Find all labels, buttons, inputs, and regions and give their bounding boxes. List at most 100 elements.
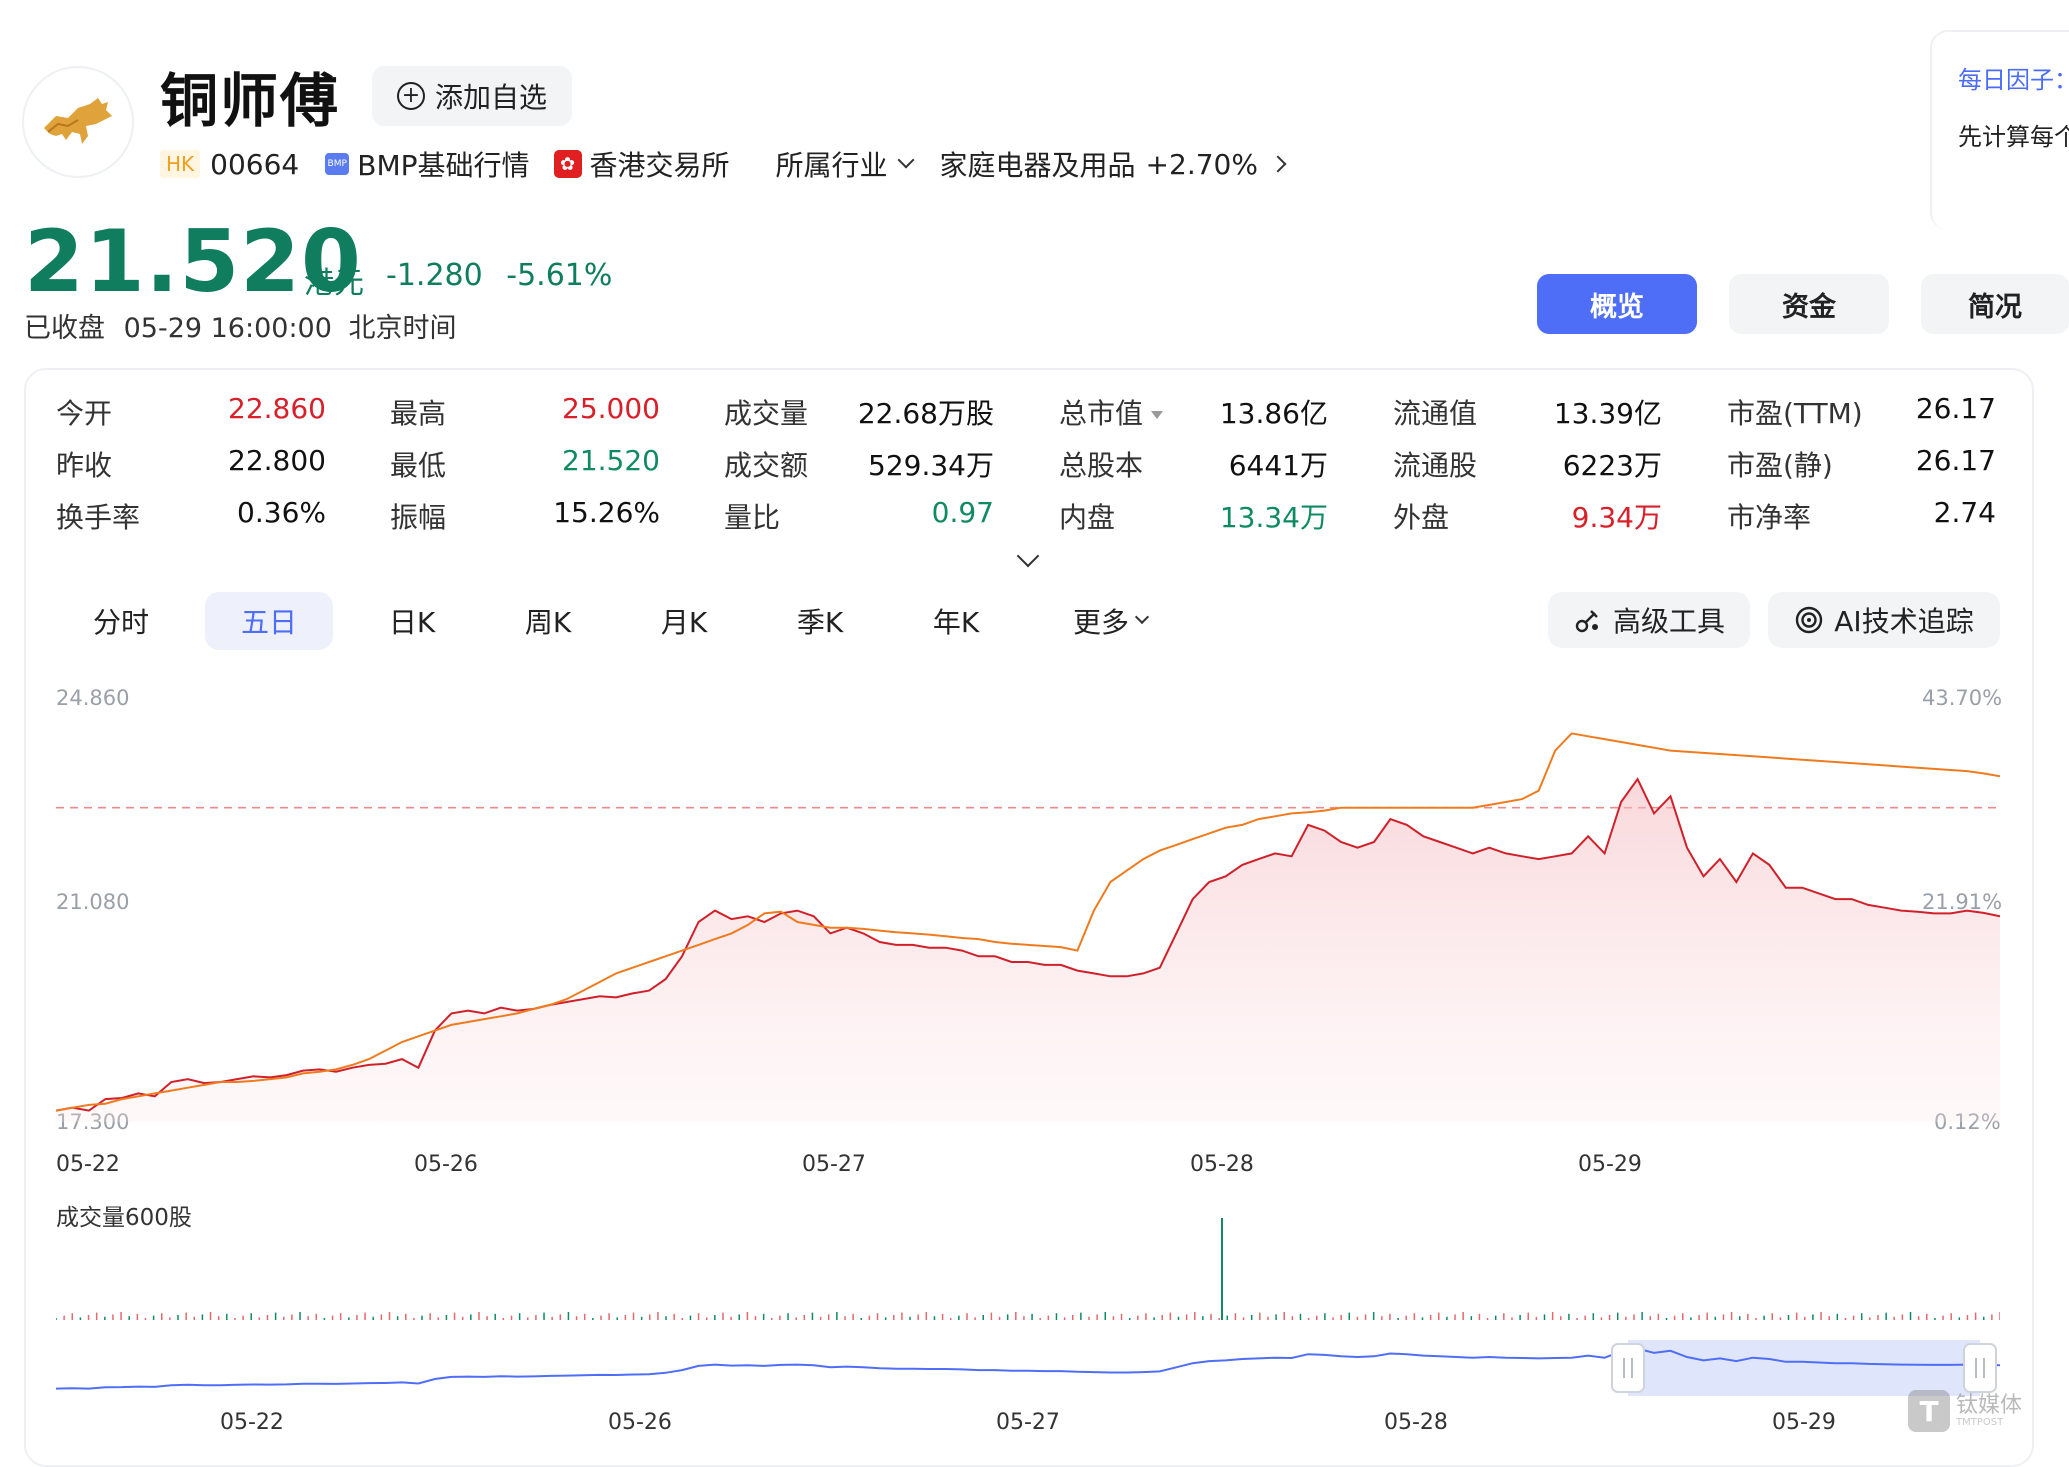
- stat-label: 成交量: [724, 397, 809, 430]
- stat-value: 26.17: [1915, 392, 1996, 425]
- chevron-right-icon[interactable]: [1269, 155, 1287, 173]
- x-axis-date: 05-27: [802, 1152, 866, 1177]
- stock-logo: [22, 66, 134, 178]
- stat-label: 今开: [56, 397, 113, 430]
- stat-label-market-cap[interactable]: 总市值: [1059, 392, 1164, 432]
- industry-dropdown-label[interactable]: 所属行业: [776, 144, 888, 184]
- stat-value: 2.74: [1933, 496, 1996, 529]
- stock-code: 00664: [210, 147, 300, 181]
- market-cap-label: 总市值: [1059, 397, 1144, 430]
- advanced-tools-button[interactable]: 高级工具: [1548, 592, 1750, 648]
- stat-value: 6223万: [1562, 449, 1662, 482]
- stat-value: 22.68万股: [857, 397, 994, 430]
- stat-value: 13.86亿: [1219, 397, 1328, 430]
- plus-circle-icon: +: [396, 82, 425, 110]
- change-value: -1.280: [386, 258, 483, 293]
- stock-meta-row: HK 00664 BMP BMP基础行情 ✿ 香港交易所 所属行业 家庭电器及用…: [160, 144, 1287, 184]
- period-tab-intraday[interactable]: 分时: [56, 592, 186, 650]
- ai-tracking-label: AI技术追踪: [1834, 605, 1974, 638]
- period-tab-day-k[interactable]: 日K: [352, 592, 472, 650]
- x-axis-date: 05-22: [56, 1152, 120, 1177]
- navigator-date: 05-26: [608, 1410, 672, 1435]
- stat-label: 振幅: [390, 501, 447, 534]
- stat-value: 22.800: [228, 444, 326, 477]
- stat-label: 内盘: [1059, 501, 1116, 534]
- exchange-label[interactable]: 香港交易所: [590, 144, 730, 184]
- period-tab-week-k[interactable]: 周K: [488, 592, 608, 650]
- chevron-down-icon: [1134, 609, 1150, 625]
- bmp-icon: BMP: [325, 153, 350, 175]
- x-axis-date: 05-29: [1578, 1152, 1642, 1177]
- stat-label: 市盈(TTM): [1727, 397, 1863, 430]
- stat-value: 13.34万: [1219, 501, 1328, 534]
- stat-value: 13.39亿: [1553, 397, 1662, 430]
- hk-flag-icon: ✿: [553, 150, 582, 178]
- stat-value: 9.34万: [1571, 501, 1662, 534]
- watermark-logo-icon: T: [1908, 1390, 1950, 1432]
- advanced-tools-label: 高级工具: [1612, 605, 1725, 638]
- stat-label: 市净率: [1727, 501, 1812, 534]
- stat-value: 21.520: [562, 444, 660, 477]
- stat-label: 最高: [390, 397, 447, 430]
- stat-label: 外盘: [1393, 501, 1450, 534]
- navigator-date: 05-22: [220, 1410, 284, 1435]
- industry-change: +2.70%: [1145, 147, 1258, 181]
- stat-value: 15.26%: [553, 496, 660, 529]
- factor-title: 每日因子：: [1958, 66, 2069, 94]
- chevron-down-icon[interactable]: [897, 151, 915, 169]
- range-navigator[interactable]: [56, 1330, 2000, 1404]
- watermark: T 钛媒体 TMTPOST: [1908, 1390, 2022, 1432]
- more-label: 更多: [1072, 606, 1129, 639]
- add-watchlist-label: 添加自选: [434, 81, 547, 114]
- watermark-sub: TMTPOST: [1956, 1416, 2004, 1428]
- period-tab-more[interactable]: 更多: [1040, 592, 1180, 650]
- navigator-selected-range[interactable]: [1628, 1340, 1980, 1396]
- stat-value: 25.000: [562, 392, 660, 425]
- tab-funds[interactable]: 资金: [1729, 274, 1889, 334]
- market-tag: HK: [160, 150, 201, 178]
- price-area-fill: [56, 779, 2000, 1122]
- price-line-chart[interactable]: [56, 690, 2000, 1122]
- daily-factor-card[interactable]: 每日因子： 先计算每个: [1930, 30, 2069, 230]
- stat-value: 529.34万: [868, 449, 994, 482]
- stat-label: 成交额: [724, 449, 809, 482]
- stat-label: 市盈(静): [1727, 449, 1833, 482]
- caret-down-icon[interactable]: [1151, 411, 1164, 419]
- period-tab-quarter-k[interactable]: 季K: [760, 592, 880, 650]
- status-timezone: 北京时间: [348, 313, 457, 344]
- navigator-left-handle[interactable]: [1611, 1343, 1645, 1393]
- tab-overview[interactable]: 概览: [1537, 274, 1697, 334]
- x-axis-date: 05-26: [414, 1152, 478, 1177]
- price-unit: 港元: [304, 266, 364, 301]
- stat-label: 流通股: [1393, 449, 1478, 482]
- stock-name: 铜师傅: [160, 67, 341, 135]
- stat-label: 昨收: [56, 449, 113, 482]
- stat-label: 总股本: [1059, 449, 1144, 482]
- market-status: 已收盘 05-29 16:00:00 北京时间: [24, 306, 457, 345]
- period-tab-month-k[interactable]: 月K: [624, 592, 744, 650]
- period-tab-year-k[interactable]: 年K: [896, 592, 1016, 650]
- stats-row: 今开 22.860 最高 25.000 成交量 22.68万股 总市值 13.8…: [56, 392, 2001, 432]
- target-icon: [1796, 606, 1823, 634]
- volume-bar-chart[interactable]: [56, 1210, 2000, 1322]
- stat-value: 0.97: [931, 496, 994, 529]
- ai-tracking-button[interactable]: AI技术追踪: [1768, 592, 2000, 648]
- stat-value: 0.36%: [237, 496, 326, 529]
- industry-name[interactable]: 家庭电器及用品: [940, 144, 1136, 184]
- stat-label: 量比: [724, 501, 781, 534]
- stat-value: 6441万: [1228, 449, 1328, 482]
- tab-profile[interactable]: 简况: [1921, 274, 2069, 334]
- stat-label: 流通值: [1393, 397, 1478, 430]
- period-tab-5day[interactable]: 五日: [205, 592, 333, 650]
- status-datetime: 05-29 16:00:00: [123, 313, 332, 344]
- stat-label: 最低: [390, 449, 447, 482]
- stats-row: 昨收 22.800 最低 21.520 成交额 529.34万 总股本 6441…: [56, 444, 2001, 484]
- navigator-date: 05-29: [1772, 1410, 1836, 1435]
- bmp-label[interactable]: BMP基础行情: [357, 144, 529, 184]
- add-watchlist-button[interactable]: + 添加自选: [372, 66, 572, 126]
- navigator-date: 05-27: [996, 1410, 1060, 1435]
- x-axis-date: 05-28: [1190, 1152, 1254, 1177]
- navigator-right-handle[interactable]: [1963, 1343, 1997, 1393]
- stat-value: 22.860: [228, 392, 326, 425]
- status-text: 已收盘: [24, 313, 105, 344]
